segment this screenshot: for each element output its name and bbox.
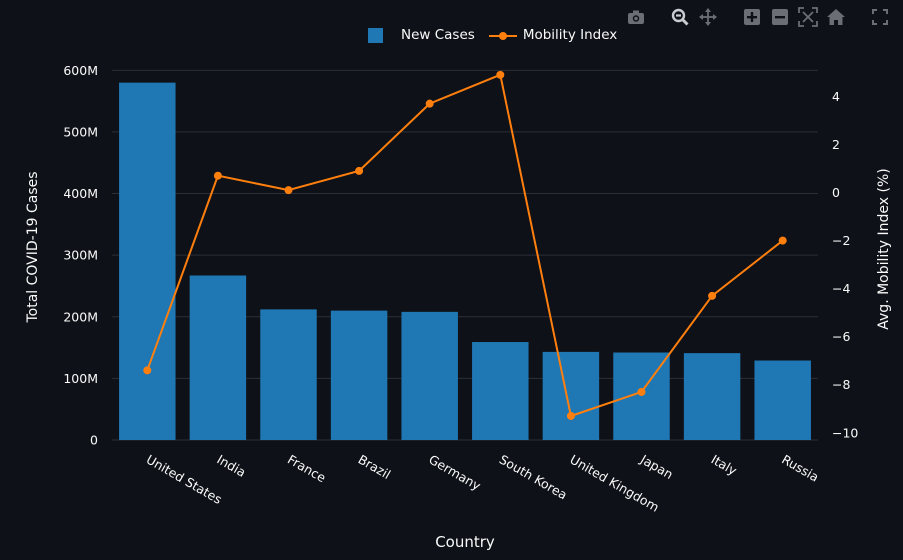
y2-tick-label: 0 (832, 185, 840, 200)
bar-new-cases[interactable] (330, 310, 388, 440)
y2-tick-label: 2 (832, 137, 840, 152)
bar-new-cases[interactable] (472, 342, 529, 440)
point-mobility-index[interactable] (566, 411, 575, 420)
chart-plot[interactable]: 0 100M 200M 300M 400M 500M 600M −10 −8 −6 −4 −2 0 2 4 U… (0, 0, 903, 560)
y2-tick-label: −4 (832, 281, 850, 296)
y-tick-label: 300M (63, 248, 98, 263)
y-tick-label: 0 (90, 433, 98, 448)
bar-new-cases[interactable] (119, 82, 176, 440)
y2-tick-label: −2 (832, 233, 850, 248)
y-tick-label: 600M (63, 63, 98, 78)
chart-container: New Cases Mobility Index 0 100M 200M 300M 40… (0, 0, 903, 560)
bar-new-cases[interactable] (754, 360, 811, 440)
y2-axis-title: Avg. Mobility Index (%) (876, 168, 892, 329)
x-tick-label: France (285, 452, 329, 486)
point-mobility-index[interactable] (425, 99, 434, 108)
y2-tick-label: −10 (832, 425, 858, 440)
point-mobility-index[interactable] (284, 186, 293, 195)
point-mobility-index[interactable] (355, 166, 364, 175)
y-tick-label: 400M (63, 186, 98, 201)
y-tick-label: 100M (63, 371, 98, 386)
bar-new-cases[interactable] (189, 275, 247, 440)
x-tick-label: Japan (637, 451, 676, 482)
x-tick-label: India (214, 452, 248, 480)
x-axis-title: Country (435, 533, 495, 551)
point-mobility-index[interactable] (708, 291, 717, 300)
point-mobility-index[interactable] (213, 171, 222, 180)
x-tick-label: Brazil (356, 452, 394, 482)
x-tick-label: Germany (426, 452, 484, 494)
y2-tick-label: −6 (832, 329, 850, 344)
x-tick-label: Italy (709, 452, 741, 479)
y-tick-label: 200M (63, 309, 98, 324)
bar-new-cases[interactable] (683, 353, 741, 440)
y-tick-label: 500M (63, 124, 98, 139)
bar-new-cases[interactable] (542, 351, 600, 440)
point-mobility-index[interactable] (637, 387, 646, 396)
bar-new-cases[interactable] (260, 309, 317, 440)
bar-new-cases[interactable] (401, 311, 458, 440)
point-mobility-index[interactable] (778, 236, 787, 245)
x-tick-label: Russia (779, 452, 821, 485)
y2-tick-label: 4 (832, 89, 840, 104)
x-tick-label: South Korea (497, 452, 570, 503)
point-mobility-index[interactable] (496, 70, 505, 79)
x-tick-label: United States (144, 452, 225, 507)
y-axis-title: Total COVID-19 Cases (25, 171, 41, 323)
y2-tick-label: −8 (832, 377, 850, 392)
point-mobility-index[interactable] (143, 366, 152, 375)
